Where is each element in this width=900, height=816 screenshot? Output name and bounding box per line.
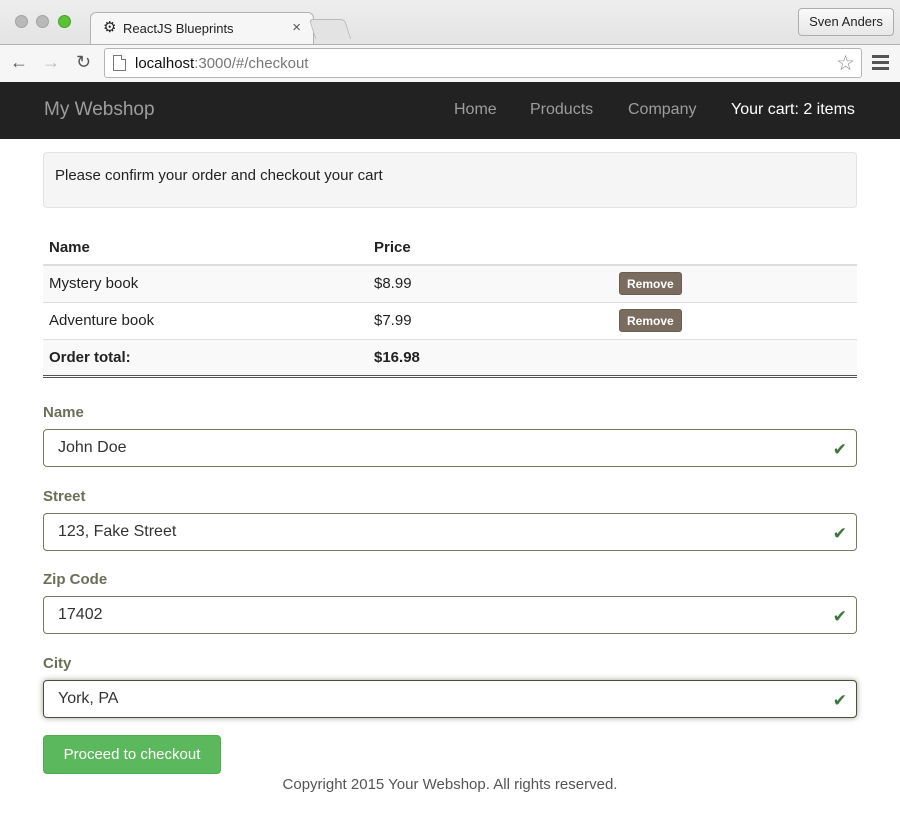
window-minimize-button[interactable]	[36, 15, 49, 28]
item-action-cell: Remove	[613, 264, 857, 302]
zip-label: Zip Code	[43, 571, 108, 588]
address-bar[interactable]: localhost:3000/#/checkout ☆	[104, 48, 862, 78]
column-header-action	[613, 232, 857, 266]
url-text[interactable]: localhost:3000/#/checkout	[135, 55, 308, 72]
street-label: Street	[43, 488, 86, 505]
zip-form-group: Zip Code ✔	[43, 571, 857, 634]
checkmark-icon: ✔	[832, 607, 847, 626]
street-field[interactable]	[43, 513, 857, 551]
zip-code-field[interactable]	[43, 596, 857, 634]
item-name: Adventure book	[43, 301, 368, 339]
item-price: $8.99	[368, 264, 613, 302]
cart-table: Name Price Mystery book $8.99 Remove Adv…	[43, 232, 857, 378]
total-label: Order total:	[43, 338, 368, 378]
name-label: Name	[43, 404, 84, 421]
item-price: $7.99	[368, 301, 613, 339]
nav-link-home[interactable]: Home	[454, 101, 497, 119]
footer-copyright: Copyright 2015 Your Webshop. All rights …	[282, 776, 618, 793]
nav-link-cart[interactable]: Your cart: 2 items	[731, 101, 855, 119]
browser-chrome: ⚙ ReactJS Blueprints × Sven Anders ← → ↻…	[0, 0, 900, 82]
nav-link-company[interactable]: Company	[628, 101, 696, 119]
confirm-notice: Please confirm your order and checkout y…	[43, 152, 857, 208]
item-name: Mystery book	[43, 264, 368, 302]
total-empty-cell	[613, 338, 857, 378]
name-field[interactable]	[43, 429, 857, 467]
name-form-group: Name ✔	[43, 404, 857, 467]
new-tab-button[interactable]	[308, 19, 352, 39]
checkmark-icon: ✔	[832, 691, 847, 710]
url-path: :3000/#/checkout	[194, 55, 309, 72]
reload-icon[interactable]: ↻	[76, 52, 91, 72]
item-action-cell: Remove	[613, 301, 857, 339]
table-row: Adventure book $7.99 Remove	[43, 301, 857, 339]
checkmark-icon: ✔	[832, 440, 847, 459]
hamburger-menu-icon[interactable]	[872, 55, 889, 70]
bookmark-star-icon[interactable]: ☆	[836, 51, 855, 76]
nav-link-products[interactable]: Products	[530, 101, 593, 119]
window-maximize-button[interactable]	[58, 15, 71, 28]
top-navbar: My Webshop Home Products Company Your ca…	[0, 82, 900, 139]
browser-toolbar: ← → ↻ localhost:3000/#/checkout ☆	[0, 44, 900, 82]
street-form-group: Street ✔	[43, 488, 857, 551]
city-label: City	[43, 655, 72, 672]
back-arrow-icon[interactable]: ←	[10, 52, 28, 72]
total-value: $16.98	[368, 338, 613, 378]
close-icon[interactable]: ×	[292, 19, 301, 36]
forward-arrow-icon[interactable]: →	[42, 52, 60, 72]
table-row: Mystery book $8.99 Remove	[43, 264, 857, 302]
table-header-row: Name Price	[43, 232, 857, 266]
tab-title: ReactJS Blueprints	[123, 21, 234, 36]
remove-button[interactable]: Remove	[619, 309, 682, 332]
gear-icon: ⚙	[103, 19, 117, 36]
city-form-group: City ✔	[43, 655, 857, 718]
browser-tab[interactable]: ⚙ ReactJS Blueprints ×	[90, 12, 314, 44]
column-header-name: Name	[43, 232, 368, 266]
url-host: localhost	[135, 55, 195, 72]
column-header-price: Price	[368, 232, 613, 266]
proceed-to-checkout-button[interactable]: Proceed to checkout	[43, 735, 221, 774]
checkmark-icon: ✔	[832, 524, 847, 543]
window-close-button[interactable]	[15, 15, 28, 28]
page-icon	[113, 55, 126, 71]
remove-button[interactable]: Remove	[619, 272, 682, 296]
main-content: Please confirm your order and checkout y…	[43, 152, 857, 378]
profile-button[interactable]: Sven Anders	[798, 8, 894, 36]
total-row: Order total: $16.98	[43, 338, 857, 378]
brand-link[interactable]: My Webshop	[44, 99, 155, 121]
city-field[interactable]	[43, 680, 857, 718]
